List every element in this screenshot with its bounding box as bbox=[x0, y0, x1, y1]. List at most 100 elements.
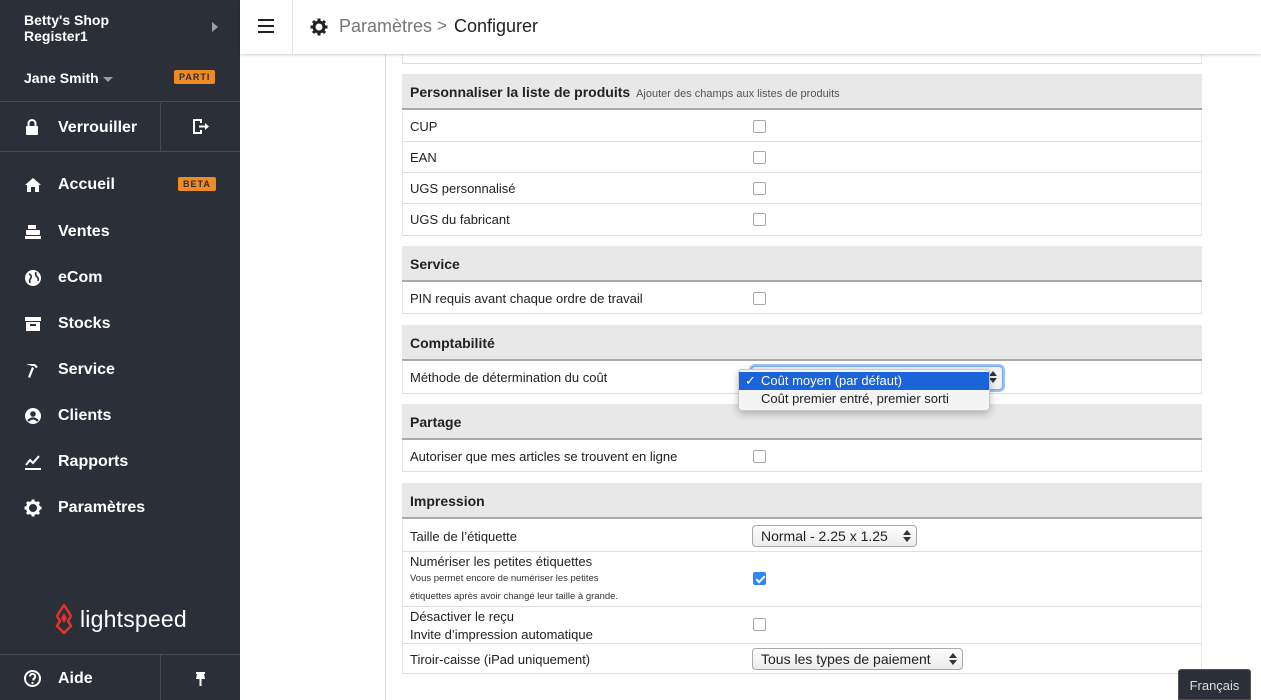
sidebar-item-label: Clients bbox=[58, 407, 112, 424]
section-subtitle: Ajouter des champs aux listes de produit… bbox=[636, 88, 840, 100]
label-size-select[interactable]: Normal - 2.25 x 1.25 bbox=[752, 525, 917, 547]
sidebar-item-label: Paramètres bbox=[58, 499, 146, 516]
lock-label: Verrouiller bbox=[58, 119, 138, 136]
cash-drawer-select[interactable]: Tous les types de paiement bbox=[752, 648, 963, 670]
status-badge: PARTI bbox=[174, 70, 216, 84]
hammer-icon bbox=[26, 364, 38, 378]
section-title: Personnaliser la liste de produits bbox=[410, 84, 631, 100]
beta-badge: BETA bbox=[178, 177, 216, 191]
setting-label: Invite d’impression automatique bbox=[410, 627, 593, 642]
logout-icon bbox=[193, 119, 209, 134]
sidebar: Betty's Shop Register1 Jane Smith PARTI … bbox=[0, 0, 240, 700]
setting-row-cup: CUP bbox=[402, 111, 1202, 142]
cup-checkbox[interactable] bbox=[753, 120, 766, 133]
sidebar-item-parametres[interactable]: Paramètres bbox=[0, 488, 240, 528]
setting-row-scan-small: Numériser les petites étiquettes Vous pe… bbox=[402, 552, 1202, 607]
customer-icon bbox=[25, 408, 41, 424]
setting-label: Tiroir-caisse (iPad uniquement) bbox=[410, 652, 591, 667]
setting-label: CUP bbox=[410, 119, 438, 134]
sidebar-item-service[interactable]: Service bbox=[0, 350, 240, 390]
setting-row-cash-drawer: Tiroir-caisse (iPad uniquement) Tous les… bbox=[402, 644, 1202, 674]
dropdown-option[interactable]: Coût premier entré, premier sorti bbox=[739, 390, 989, 408]
logout-button[interactable] bbox=[161, 103, 240, 151]
setting-row-ean: EAN bbox=[402, 142, 1202, 173]
pin-icon bbox=[196, 672, 205, 686]
help-button[interactable]: Aide bbox=[0, 655, 160, 700]
page-title: Configurer bbox=[454, 16, 539, 36]
pin-button[interactable] bbox=[161, 655, 240, 700]
caret-down-icon bbox=[103, 77, 113, 82]
logo-text: lightspeed bbox=[80, 605, 187, 632]
setting-row-disable-receipt: Désactiver le reçu Invite d’impression a… bbox=[402, 607, 1202, 644]
section-title: Comptabilité bbox=[410, 335, 495, 351]
manufacturer-sku-checkbox[interactable] bbox=[753, 213, 766, 226]
lightspeed-logo: lightspeed bbox=[54, 604, 187, 634]
section-title: Impression bbox=[410, 493, 485, 509]
setting-label: UGS du fabricant bbox=[410, 212, 510, 227]
top-header: Paramètres > Configurer bbox=[240, 0, 1261, 54]
language-button[interactable]: Français bbox=[1178, 669, 1251, 700]
custom-sku-checkbox[interactable] bbox=[753, 182, 766, 195]
scan-small-checkbox[interactable] bbox=[753, 572, 766, 585]
setting-row-label-size: Taille de l’étiquette Normal - 2.25 x 1.… bbox=[402, 520, 1202, 552]
setting-row-online: Autoriser que mes articles se trouvent e… bbox=[402, 441, 1202, 472]
setting-label: Numériser les petites étiquettes bbox=[410, 554, 593, 569]
partial-row bbox=[402, 54, 1202, 64]
menu-icon[interactable] bbox=[258, 19, 274, 33]
setting-label: Désactiver le reçu bbox=[410, 609, 515, 624]
sidebar-item-rapports[interactable]: Rapports bbox=[0, 442, 240, 482]
sidebar-item-ecom[interactable]: eCom bbox=[0, 258, 240, 298]
help-row: Aide bbox=[0, 654, 240, 700]
online-checkbox[interactable] bbox=[753, 450, 766, 463]
sidebar-item-label: Stocks bbox=[58, 315, 111, 332]
sidebar-item-ventes[interactable]: Ventes bbox=[0, 212, 240, 252]
flame-icon bbox=[55, 604, 73, 634]
user-name: Jane Smith bbox=[24, 70, 99, 86]
content-border bbox=[385, 54, 386, 700]
select-value: Normal - 2.25 x 1.25 bbox=[761, 528, 888, 544]
help-icon bbox=[24, 670, 41, 687]
inventory-icon bbox=[25, 317, 41, 331]
lock-icon bbox=[26, 119, 38, 135]
setting-label: PIN requis avant chaque ordre de travail bbox=[410, 291, 643, 306]
sidebar-item-label: Rapports bbox=[58, 453, 129, 470]
disable-receipt-checkbox[interactable] bbox=[753, 618, 766, 631]
shop-switcher[interactable]: Betty's Shop Register1 bbox=[0, 0, 240, 54]
section-title: Service bbox=[410, 256, 460, 272]
register-name: Register1 bbox=[24, 28, 88, 44]
setting-description: Vous permet encore de numériser les peti… bbox=[410, 573, 599, 584]
section-header-products: Personnaliser la liste de produits Ajout… bbox=[402, 74, 1202, 110]
sidebar-item-label: Service bbox=[58, 361, 115, 378]
chevron-right-icon bbox=[212, 22, 218, 32]
ean-checkbox[interactable] bbox=[753, 151, 766, 164]
setting-label: UGS personnalisé bbox=[410, 181, 516, 196]
select-arrows-icon bbox=[903, 529, 911, 543]
setting-row-manufacturer-sku: UGS du fabricant bbox=[402, 204, 1202, 236]
shop-name: Betty's Shop bbox=[24, 12, 110, 28]
lock-row: Verrouiller bbox=[0, 103, 240, 152]
globe-icon bbox=[25, 270, 41, 286]
setting-label: Méthode de détermination du coût bbox=[410, 370, 608, 385]
chart-icon bbox=[25, 455, 41, 470]
sidebar-item-accueil[interactable]: Accueil BETA bbox=[0, 165, 240, 205]
setting-label: Autoriser que mes articles se trouvent e… bbox=[410, 449, 678, 464]
dropdown-option[interactable]: ✓ Coût moyen (par défaut) bbox=[739, 372, 989, 390]
section-header-service: Service bbox=[402, 246, 1202, 282]
breadcrumb-separator: > bbox=[437, 16, 447, 35]
pin-checkbox[interactable] bbox=[753, 292, 766, 305]
sidebar-item-stocks[interactable]: Stocks bbox=[0, 304, 240, 344]
setting-label: EAN bbox=[410, 150, 437, 165]
divider bbox=[292, 0, 293, 54]
section-header-printing: Impression bbox=[402, 483, 1202, 519]
help-label: Aide bbox=[58, 670, 93, 687]
section-header-accounting: Comptabilité bbox=[402, 325, 1202, 361]
register-icon bbox=[25, 225, 41, 239]
breadcrumb-parent[interactable]: Paramètres bbox=[339, 16, 432, 37]
gear-icon bbox=[310, 18, 328, 36]
setting-row-pin: PIN requis avant chaque ordre de travail bbox=[402, 283, 1202, 314]
sidebar-item-clients[interactable]: Clients bbox=[0, 396, 240, 436]
user-menu[interactable]: Jane Smith PARTI bbox=[0, 54, 240, 102]
setting-row-custom-sku: UGS personnalisé bbox=[402, 173, 1202, 204]
option-label: Coût moyen (par défaut) bbox=[761, 373, 902, 388]
lock-button[interactable]: Verrouiller bbox=[0, 103, 160, 151]
